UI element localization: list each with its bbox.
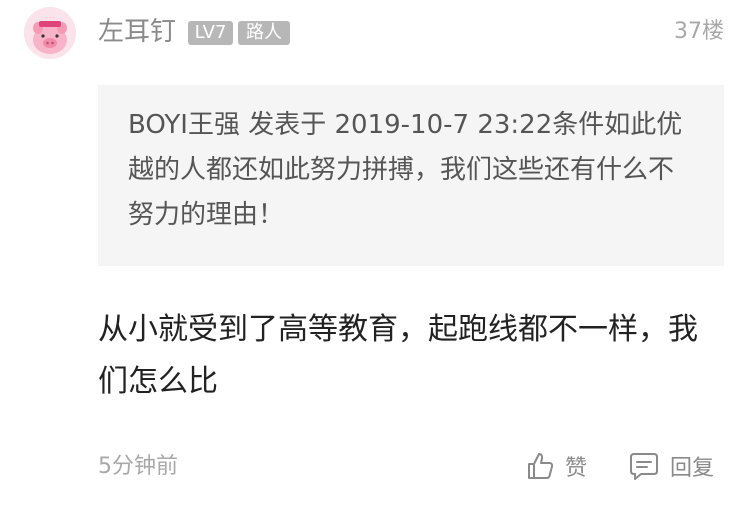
- thumbs-up-icon: [528, 453, 554, 479]
- rank-badge: 路人: [238, 21, 290, 45]
- like-label: 赞: [565, 456, 588, 481]
- floor-number: 37楼: [674, 19, 724, 44]
- level-badge: LV7: [188, 21, 233, 45]
- comment-timestamp: 5分钟前: [98, 454, 178, 479]
- comment-bubble-icon: [630, 453, 658, 480]
- quoted-post: BOYI王强 发表于 2019-10-7 23:22条件如此优越的人都还如此努力…: [98, 85, 724, 266]
- like-button[interactable]: 赞: [525, 448, 587, 484]
- user-avatar[interactable]: · · ·: [24, 7, 76, 59]
- reply-button[interactable]: 回复: [628, 448, 714, 484]
- quoted-post-text: BOYI王强 发表于 2019-10-7 23:22条件如此优越的人都还如此努力…: [128, 110, 683, 230]
- reply-label: 回复: [670, 456, 715, 481]
- svg-text:· · ·: · · ·: [46, 15, 54, 21]
- username[interactable]: 左耳钉: [98, 14, 176, 50]
- comment-body: 从小就受到了高等教育，起跑线都不一样，我们怎么比: [98, 312, 698, 399]
- pig-cartoon-icon: · · ·: [24, 7, 76, 59]
